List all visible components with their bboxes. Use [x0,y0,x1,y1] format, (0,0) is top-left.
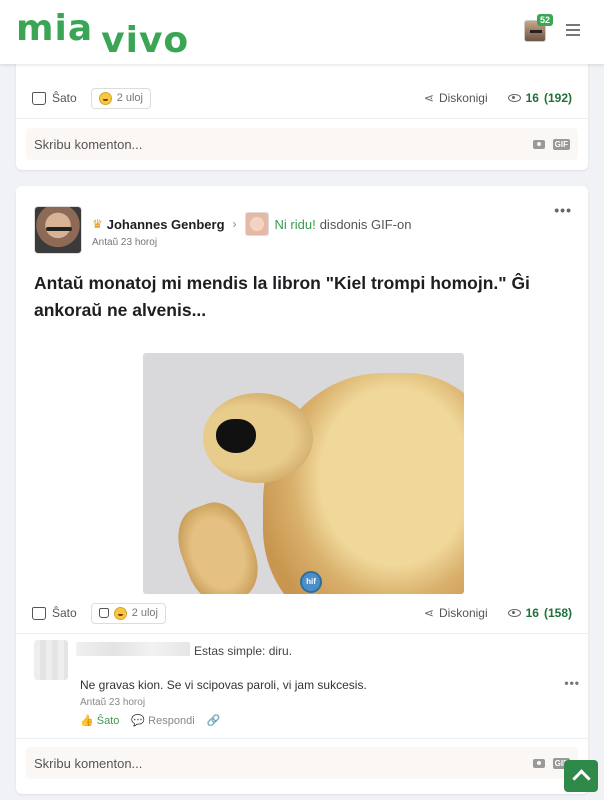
eye-icon [507,609,521,617]
reactions-pill[interactable]: 2 uloj [90,602,166,624]
reactions-pill[interactable]: 2 uloj [90,87,151,109]
divider [16,738,588,739]
post-card: ♛ Johannes Genberg › Ni ridu! disdonis G… [16,186,588,794]
share-button[interactable]: ⋖ Diskonigi [424,606,488,620]
comment-input[interactable]: Skribu komenton... GIF [26,128,578,160]
eye-icon [507,94,521,102]
hamburger-menu-icon[interactable] [566,24,580,39]
comment-placeholder: Skribu komenton... [34,755,143,771]
scroll-to-top-button[interactable] [564,760,598,792]
share-button[interactable]: ⋖ Diskonigi [424,91,488,105]
like-label: Ŝato [52,606,77,620]
thumbs-up-small-icon [98,608,109,618]
post-actions: Ŝato 2 uloj ⋖ Diskonigi 16 (158) [16,593,588,633]
commenter-name-redacted [76,642,190,656]
views-count: 16 [525,606,539,620]
logo-text-mia: mia [16,8,94,49]
link-icon[interactable]: 🔗 [207,714,221,727]
gif-button[interactable]: GIF [552,138,570,150]
comment-timestamp: Antaŭ 23 horoj [80,697,146,708]
comment-reply-label: Respondi [148,715,195,727]
author-name[interactable]: Johannes Genberg [107,217,225,232]
comment-input[interactable]: Skribu komenton... GIF [26,747,578,779]
post-action-text: disdonis GIF-on [319,216,412,232]
views-counter: 16 (158) [507,606,572,620]
laughing-emoji-icon [98,91,112,105]
share-icon: ⋖ [423,91,434,105]
chevron-right-icon: › [232,217,237,231]
previous-post-card: Ŝato 2 uloj ⋖ Diskonigi 16 (192) Skribu … [16,58,588,170]
notification-badge: 52 [537,14,554,26]
commenter-avatar[interactable] [34,640,68,680]
share-label: Diskonigi [438,606,488,620]
views-total: (192) [543,91,572,105]
comment-placeholder: Skribu komenton... [34,136,143,152]
camera-icon[interactable] [532,139,545,149]
laughing-emoji-icon [113,606,127,620]
comment-like-button[interactable]: 👍 Ŝato [80,714,119,727]
author-avatar[interactable] [34,206,82,254]
share-icon: ⋖ [423,606,434,620]
crown-icon: ♛ [92,217,103,231]
reactions-count: 2 uloj [131,607,158,619]
comment-header-text: Estas simple: diru. [194,644,293,658]
more-options-icon[interactable]: ••• [554,202,572,218]
thumbs-up-icon [32,606,46,620]
like-button[interactable]: Ŝato [32,606,77,620]
group-name-link[interactable]: Ni ridu! [275,217,316,232]
divider [16,118,588,119]
post-title: Antaŭ monatoj mi mendis la libron "Kiel … [34,273,530,320]
post-actions: Ŝato 2 uloj ⋖ Diskonigi 16 (192) [16,78,588,118]
views-count: 16 [525,91,539,105]
views-total: (158) [543,606,572,620]
comment-actions: 👍 Ŝato 💬 Respondi 🔗 [80,714,220,727]
like-label: Ŝato [52,91,77,105]
camera-icon[interactable] [532,758,545,768]
views-counter: 16 (192) [507,91,572,105]
comment-reply-button[interactable]: 💬 Respondi [131,714,194,727]
share-label: Diskonigi [438,91,488,105]
post-timestamp: Antaŭ 23 horoj [92,237,158,248]
reactions-count: 2 uloj [116,92,143,104]
comment-like-label: Ŝato [96,715,120,727]
dog-nose-shape [216,419,256,453]
top-bar: mia vivo 52 [0,0,604,64]
collar-tag: hif [300,571,322,593]
post-gif-image[interactable]: hif [143,353,464,594]
logo-text-vivo: vivo [101,20,190,61]
post-header: ♛ Johannes Genberg › Ni ridu! disdonis G… [92,212,411,236]
site-logo[interactable]: mia vivo [16,8,189,61]
comment-body: Ne gravas kion. Se vi scipovas paroli, v… [80,678,367,692]
thumbs-up-icon [32,91,46,105]
divider [16,633,588,634]
dog-paw-shape [168,494,268,594]
like-button[interactable]: Ŝato [32,91,77,105]
group-avatar[interactable] [244,212,269,236]
comment-more-icon[interactable]: ••• [564,676,580,690]
